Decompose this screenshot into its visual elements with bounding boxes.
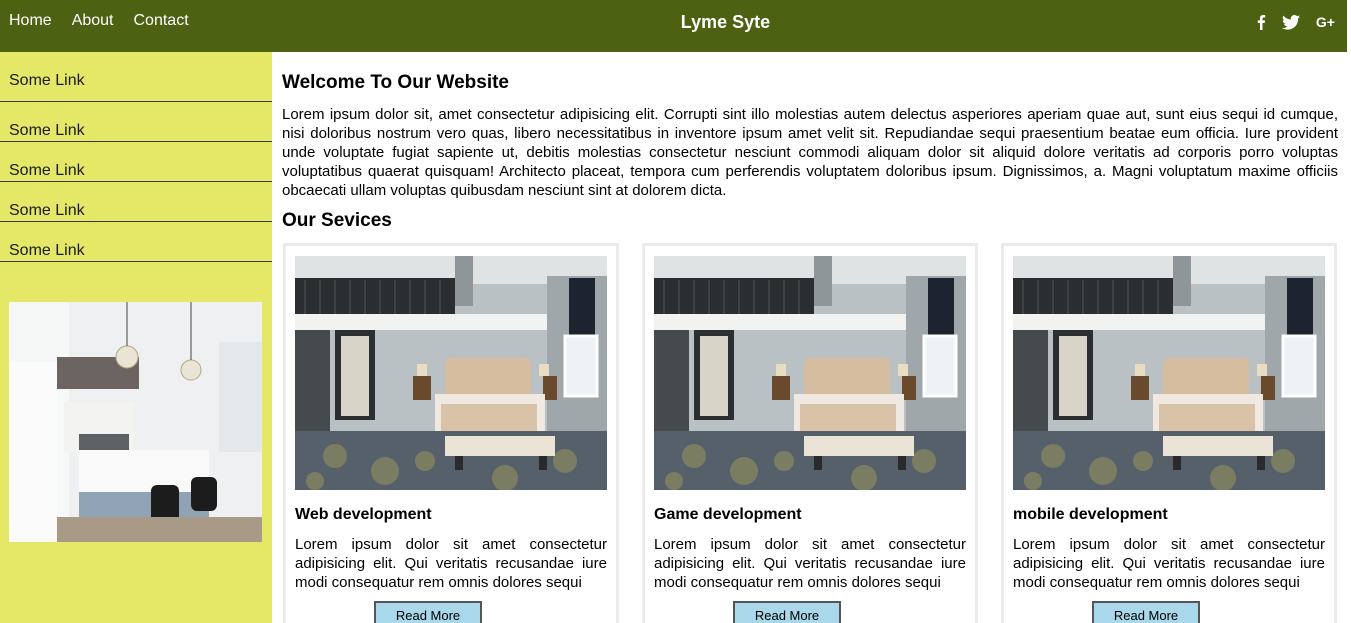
bedroom-photo — [295, 256, 607, 490]
intro-paragraph: Lorem ipsum dolor sit, amet consectetur … — [282, 106, 1338, 199]
site-title: Lyme Syte — [680, 12, 771, 32]
sidebar-link[interactable]: Some Link — [0, 182, 272, 222]
nav-about-link[interactable]: About — [72, 12, 114, 30]
card-title: Web development — [295, 506, 432, 523]
social-links: G+ — [1256, 12, 1335, 32]
read-more-button[interactable]: Read More — [374, 601, 482, 623]
main-content: Welcome To Our Website Lorem ipsum dolor… — [272, 52, 1351, 623]
google-plus-icon[interactable]: G+ — [1316, 12, 1335, 32]
facebook-icon[interactable] — [1256, 12, 1266, 32]
top-navbar: Home About Contact Lyme Syte G+ — [0, 0, 1347, 52]
nav-home-link[interactable]: Home — [9, 12, 52, 30]
sidebar-link[interactable]: Some Link — [0, 102, 272, 142]
service-cards: Web development Lorem ipsum dolor sit am… — [283, 243, 1337, 623]
kitchen-photo — [9, 302, 262, 542]
bedroom-photo — [1013, 256, 1325, 490]
card-text: Lorem ipsum dolor sit amet consectetur a… — [295, 536, 607, 591]
sidebar-link-list: Some Link Some Link Some Link Some Link … — [0, 52, 272, 262]
read-more-button[interactable]: Read More — [733, 601, 841, 623]
sidebar-link[interactable]: Some Link — [0, 61, 272, 102]
welcome-heading: Welcome To Our Website — [282, 72, 509, 93]
services-heading: Our Sevices — [282, 210, 392, 231]
service-card: mobile development Lorem ipsum dolor sit… — [1001, 243, 1337, 623]
card-title: Game development — [654, 506, 802, 523]
sidebar: Some Link Some Link Some Link Some Link … — [0, 52, 272, 623]
service-card: Game development Lorem ipsum dolor sit a… — [642, 243, 978, 623]
nav-contact-link[interactable]: Contact — [134, 12, 189, 30]
card-title: mobile development — [1013, 506, 1168, 523]
bedroom-photo — [654, 256, 966, 490]
sidebar-link[interactable]: Some Link — [0, 222, 272, 262]
card-text: Lorem ipsum dolor sit amet consectetur a… — [1013, 536, 1325, 591]
sidebar-link[interactable]: Some Link — [0, 142, 272, 182]
read-more-button[interactable]: Read More — [1092, 601, 1200, 623]
main-nav: Home About Contact — [9, 12, 189, 30]
service-card: Web development Lorem ipsum dolor sit am… — [283, 243, 619, 623]
twitter-icon[interactable] — [1281, 12, 1300, 32]
card-text: Lorem ipsum dolor sit amet consectetur a… — [654, 536, 966, 591]
